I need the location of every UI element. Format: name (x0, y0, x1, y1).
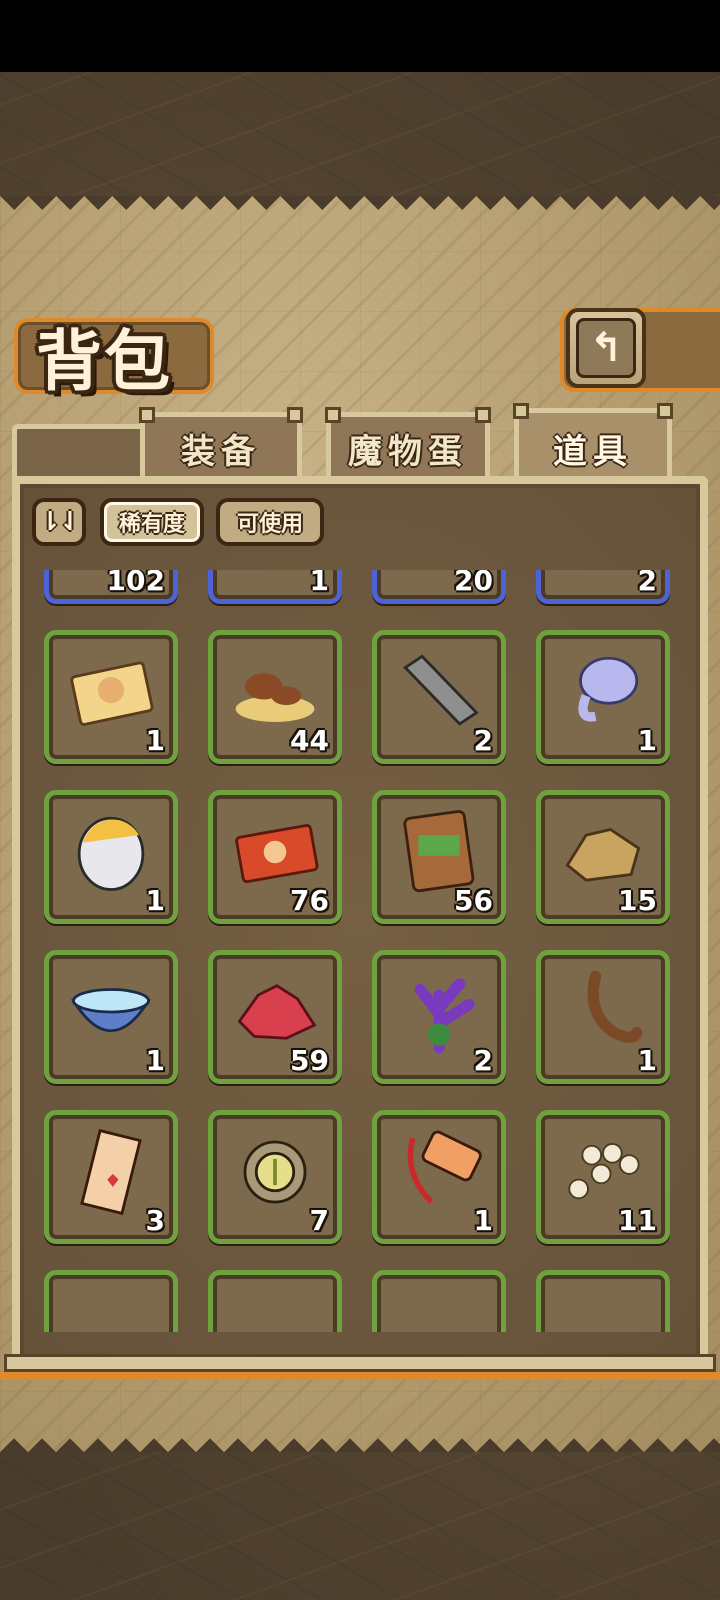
item-count: 2 (473, 1044, 493, 1077)
item-slot[interactable]: 56 (372, 790, 506, 924)
tab-equipment[interactable]: 装备 (139, 407, 303, 480)
panel-bottom-rail (4, 1354, 716, 1372)
item-count: 56 (454, 884, 493, 917)
rarity-filter-button[interactable]: 稀有度 (100, 498, 204, 546)
item-slot[interactable]: 2 (372, 630, 506, 764)
item-count: 1 (145, 1044, 165, 1077)
tab-peg (475, 407, 491, 423)
zigzag-edge-top (0, 196, 720, 224)
tab-peg (325, 407, 341, 423)
item-slot[interactable]: 2 (372, 950, 506, 1084)
item-count: 102 (106, 570, 165, 597)
dark-item-icon (555, 1287, 651, 1332)
item-slot[interactable]: 1 (208, 570, 342, 604)
item-count: 1 (145, 884, 165, 917)
tab-peg (139, 407, 155, 423)
item-slot[interactable] (44, 1270, 178, 1332)
item-slot[interactable]: 20 (372, 570, 506, 604)
item-slot[interactable]: 1 (536, 950, 670, 1084)
sort-order-button[interactable]: ⇂⇃ (32, 498, 86, 546)
usable-filter-label: 可使用 (236, 512, 303, 537)
tab-peg (513, 403, 529, 419)
item-slot[interactable]: 1 (372, 1110, 506, 1244)
tab-equipment-label: 装备 (181, 432, 261, 472)
item-count: 1 (145, 724, 165, 757)
item-slot[interactable]: 1 (44, 630, 178, 764)
panel-bottom-trim (0, 1372, 720, 1380)
status-bar (0, 0, 720, 72)
item-count: 59 (290, 1044, 329, 1077)
tab-items-label: 道具 (553, 432, 633, 472)
item-count: 11 (618, 1204, 657, 1237)
dark-item-icon (227, 1287, 323, 1332)
item-count: 1 (309, 570, 329, 597)
item-count: 76 (290, 884, 329, 917)
tab-items[interactable]: 道具 (513, 403, 673, 484)
item-count: 1 (473, 1204, 493, 1237)
item-slot[interactable]: 44 (208, 630, 342, 764)
item-slot[interactable]: 3 (44, 1110, 178, 1244)
item-slot[interactable]: 15 (536, 790, 670, 924)
item-slot[interactable]: 59 (208, 950, 342, 1084)
item-slot[interactable]: 1 (44, 790, 178, 924)
item-count: 3 (145, 1204, 165, 1237)
rarity-filter-label: 稀有度 (118, 512, 185, 537)
zigzag-edge-bottom (0, 1424, 720, 1452)
item-count: 2 (637, 570, 657, 597)
item-count: 1 (637, 1044, 657, 1077)
blue-item-icon (63, 1287, 159, 1332)
tab-monster-egg[interactable]: 魔物蛋 (325, 407, 491, 480)
page-title: 背包 (36, 323, 172, 400)
item-slot[interactable]: 1 (536, 630, 670, 764)
item-grid[interactable]: 102 1 20 2 1 44 2 1 1 76 56 15 1 59 2 1 3 7 1 11 (28, 570, 692, 1332)
item-count: 20 (454, 570, 493, 597)
item-slot[interactable]: 76 (208, 790, 342, 924)
tab-peg (657, 403, 673, 419)
item-slot[interactable]: 2 (536, 570, 670, 604)
item-slot[interactable]: 102 (44, 570, 178, 604)
item-slot[interactable]: 1 (44, 950, 178, 1084)
sort-icon: ⇂⇃ (39, 507, 81, 537)
item-slot[interactable]: 11 (536, 1110, 670, 1244)
back-arrow-icon: ↰ (576, 318, 636, 378)
item-count: 15 (618, 884, 657, 917)
usable-filter-button[interactable]: 可使用 (216, 498, 324, 546)
item-slot[interactable] (372, 1270, 506, 1332)
card-item-icon (391, 1287, 487, 1332)
item-count: 7 (309, 1204, 329, 1237)
item-count: 44 (290, 724, 329, 757)
item-count: 1 (637, 724, 657, 757)
back-button[interactable]: ↰ (566, 308, 646, 388)
item-slot[interactable] (536, 1270, 670, 1332)
tab-monster-egg-label: 魔物蛋 (348, 432, 468, 472)
item-slot[interactable] (208, 1270, 342, 1332)
item-slot[interactable]: 7 (208, 1110, 342, 1244)
item-count: 2 (473, 724, 493, 757)
tab-peg (287, 407, 303, 423)
